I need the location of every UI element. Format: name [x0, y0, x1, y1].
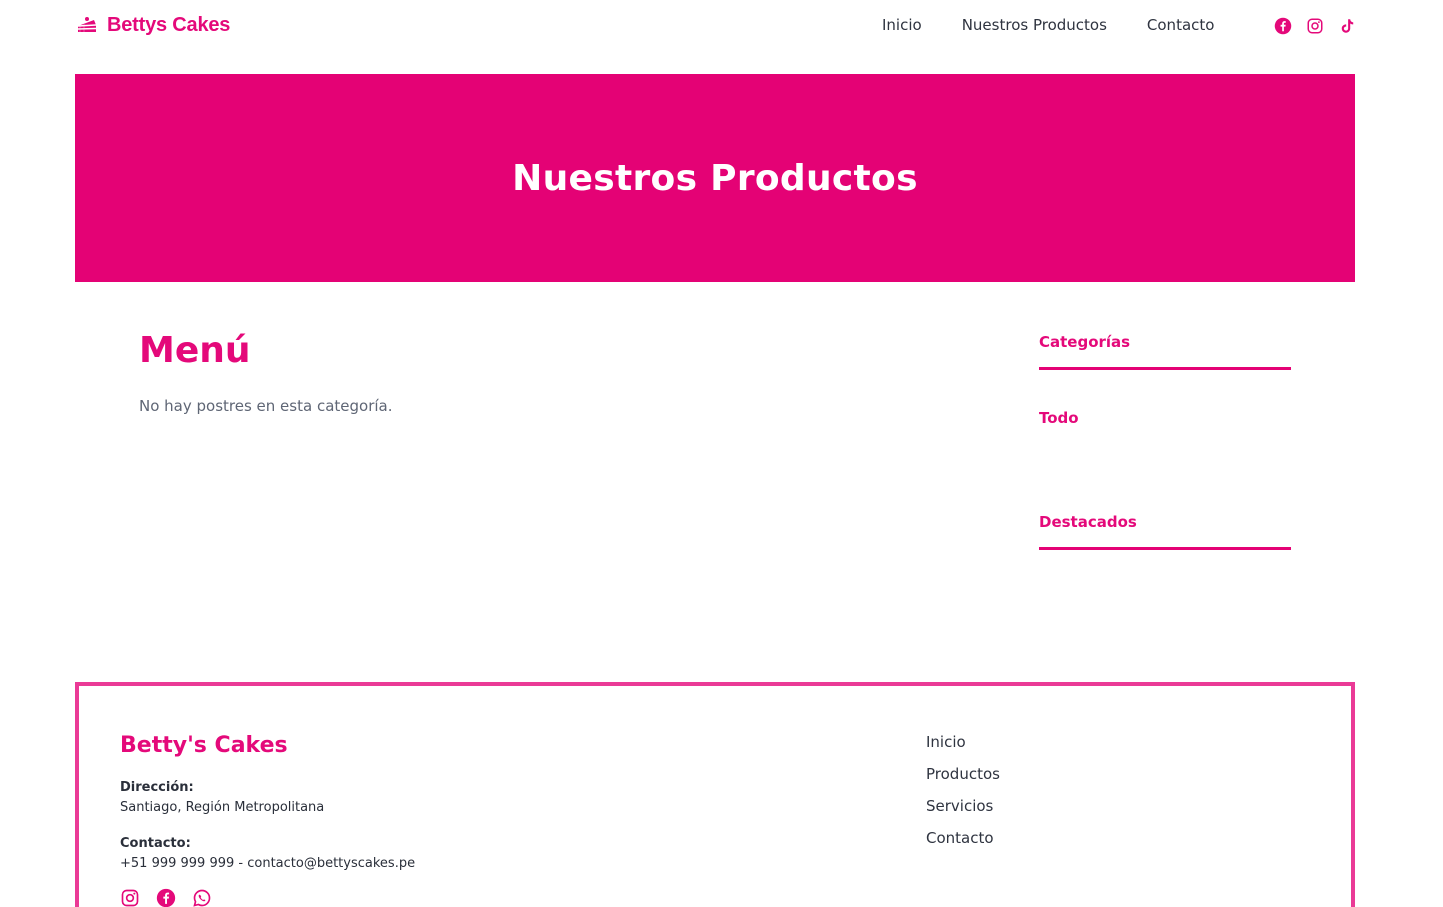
footer-link-servicios[interactable]: Servicios — [926, 796, 1000, 816]
instagram-icon[interactable] — [120, 888, 140, 907]
header-social-links — [1274, 17, 1356, 35]
facebook-icon[interactable] — [1274, 17, 1292, 35]
footer-nav: Inicio Productos Servicios Contacto — [926, 732, 1000, 848]
footer-brand: Betty's Cakes — [120, 733, 288, 758]
cake-icon — [75, 13, 99, 37]
brand-link[interactable]: Bettys Cakes — [75, 13, 230, 37]
site-header: Bettys Cakes Inicio Nuestros Productos C… — [0, 0, 1443, 54]
facebook-icon[interactable] — [156, 888, 176, 907]
featured-heading: Destacados — [1039, 513, 1291, 550]
nav-inicio[interactable]: Inicio — [882, 16, 922, 34]
footer-social-links — [120, 888, 212, 907]
main-nav: Inicio Nuestros Productos Contacto — [882, 16, 1214, 34]
contact-value: +51 999 999 999 - contacto@bettyscakes.p… — [120, 856, 416, 871]
menu-heading: Menú — [139, 330, 251, 371]
categories-heading: Categorías — [1039, 333, 1291, 370]
category-link-todo[interactable]: Todo — [1039, 409, 1079, 427]
footer-link-productos[interactable]: Productos — [926, 764, 1000, 784]
nav-nuestros-productos[interactable]: Nuestros Productos — [962, 16, 1107, 34]
empty-category-message: No hay postres en esta categoría. — [139, 397, 393, 415]
footer-link-inicio[interactable]: Inicio — [926, 732, 1000, 752]
instagram-icon[interactable] — [1306, 17, 1324, 35]
contact-label: Contacto: — [120, 836, 191, 851]
address-value: Santiago, Región Metropolitana — [120, 800, 325, 815]
whatsapp-icon[interactable] — [192, 888, 212, 907]
site-footer: Betty's Cakes Dirección: Santiago, Regió… — [75, 682, 1355, 907]
hero-banner: Nuestros Productos — [75, 74, 1355, 282]
tiktok-icon[interactable] — [1338, 17, 1356, 35]
hero-title: Nuestros Productos — [512, 157, 918, 199]
brand-name: Bettys Cakes — [107, 13, 231, 36]
address-label: Dirección: — [120, 780, 194, 795]
footer-link-contacto[interactable]: Contacto — [926, 828, 1000, 848]
nav-contacto[interactable]: Contacto — [1147, 16, 1215, 34]
